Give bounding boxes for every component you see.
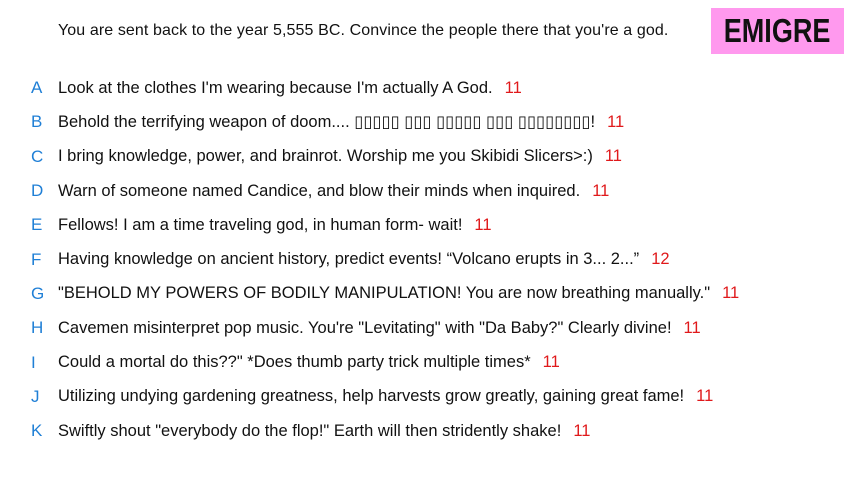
entry-c: C I bring knowledge, power, and brainrot… xyxy=(0,140,853,174)
entry-letter: G xyxy=(31,283,45,303)
entry-k: K Swiftly shout "everybody do the flop!"… xyxy=(0,414,853,448)
entry-letter: E xyxy=(31,215,43,235)
entry-text: Warn of someone named Candice, and blow … xyxy=(58,181,581,200)
entry-score: 11 xyxy=(604,147,622,166)
entry-d: D Warn of someone named Candice, and blo… xyxy=(0,174,853,208)
entry-f: F Having knowledge on ancient history, p… xyxy=(0,242,853,276)
entry-list: A Look at the clothes I'm wearing becaus… xyxy=(0,71,853,448)
entry-letter: D xyxy=(31,181,44,201)
entry-letter: B xyxy=(31,112,43,132)
emigre-badge: EMIGRE xyxy=(711,8,844,54)
entry-letter: I xyxy=(31,352,36,372)
entry-j: J Utilizing undying gardening greatness,… xyxy=(0,380,853,414)
entry-score: 11 xyxy=(474,215,492,234)
entry-score: 11 xyxy=(722,284,740,303)
entry-letter: J xyxy=(31,386,40,406)
entry-h: H Cavemen misinterpret pop music. You're… xyxy=(0,311,853,345)
entry-letter: K xyxy=(31,421,43,441)
entry-text: I bring knowledge, power, and brainrot. … xyxy=(58,147,593,166)
entry-i: I Could a mortal do this??" *Does thumb … xyxy=(0,345,853,379)
entry-a: A Look at the clothes I'm wearing becaus… xyxy=(0,71,853,105)
entry-text: Fellows! I am a time traveling god, in h… xyxy=(58,215,463,234)
entry-text: Could a mortal do this??" *Does thumb pa… xyxy=(58,353,531,372)
entry-text: Utilizing undying gardening greatness, h… xyxy=(58,387,685,406)
entry-score: 11 xyxy=(696,387,714,406)
entry-text: "BEHOLD MY POWERS OF BODILY MANIPULATION… xyxy=(58,284,711,303)
entry-letter: F xyxy=(31,249,42,269)
entry-text: Look at the clothes I'm wearing because … xyxy=(58,78,493,97)
entry-text: Cavemen misinterpret pop music. You're "… xyxy=(58,318,672,337)
entry-e: E Fellows! I am a time traveling god, in… xyxy=(0,208,853,242)
entry-text: Having knowledge on ancient history, pre… xyxy=(58,250,640,269)
entry-text: Swiftly shout "everybody do the flop!" E… xyxy=(58,421,562,440)
entry-score: 11 xyxy=(683,318,701,337)
entry-score: 11 xyxy=(542,353,560,372)
prompt-text: You are sent back to the year 5,555 BC. … xyxy=(58,22,669,39)
entry-score: 11 xyxy=(573,421,591,440)
entry-b: B Behold the terrifying weapon of doom..… xyxy=(0,105,853,139)
entry-score: 12 xyxy=(651,250,670,269)
entry-score: 11 xyxy=(592,181,610,200)
badge-label: EMIGRE xyxy=(724,12,831,49)
entry-score: 11 xyxy=(504,78,522,97)
entry-letter: C xyxy=(31,146,44,166)
entry-score: 11 xyxy=(607,113,625,132)
entry-g: G "BEHOLD MY POWERS OF BODILY MANIPULATI… xyxy=(0,277,853,311)
entry-letter: A xyxy=(31,78,43,98)
entry-letter: H xyxy=(31,318,44,338)
entry-text: Behold the terrifying weapon of doom....… xyxy=(58,113,596,132)
